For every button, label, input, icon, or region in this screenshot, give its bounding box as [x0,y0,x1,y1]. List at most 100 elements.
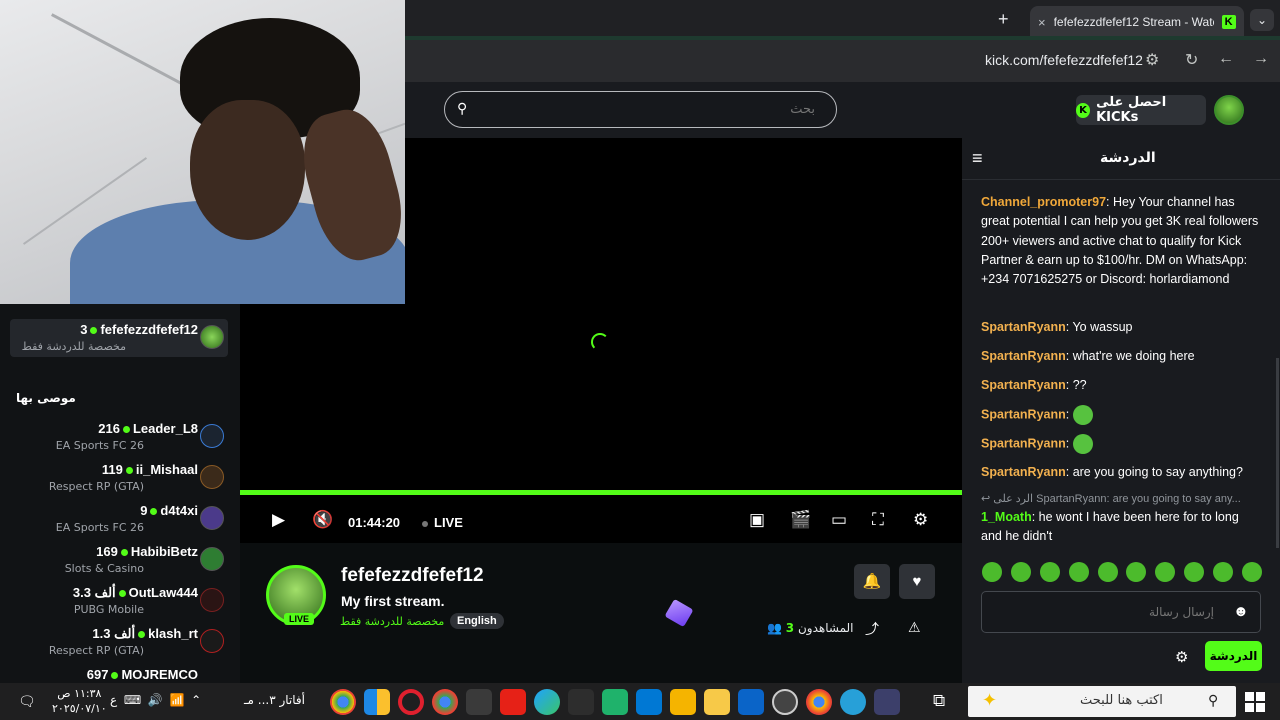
emote-icon[interactable] [1184,562,1205,582]
reload-icon[interactable]: ↻ [1185,50,1198,70]
opera-icon[interactable] [398,689,424,715]
chat-username[interactable]: Channel_promoter97 [981,195,1106,209]
system-tray[interactable]: ع ⌨ 🔊 📶 ⌃ [110,693,201,707]
sidebar-recommended-item[interactable]: 3.3 ألف OutLaw444 PUBG Mobile [10,582,228,620]
address-bar-url[interactable]: kick.com/fefefezzdfefef12 [985,52,1143,68]
chrome-icon[interactable] [330,689,356,715]
app-icon[interactable] [670,689,696,715]
settings-app-icon[interactable] [466,689,492,715]
fullscreen-icon[interactable]: ⛶ [872,510,884,530]
channel-name: fefefezzdfefef12 [100,322,198,337]
chat-username[interactable]: SpartanRyann [981,407,1066,421]
tray-chevron-icon[interactable]: ⌃ [191,693,201,707]
wifi-icon[interactable]: 📶 [169,693,184,707]
outlook-icon[interactable] [738,689,764,715]
input-language[interactable]: ع [110,693,117,707]
site-settings-icon[interactable]: ⚙ [1145,50,1159,70]
emote-icon[interactable] [982,562,1002,582]
collapse-chat-icon[interactable]: ≡ [972,148,983,169]
back-arrow-icon[interactable]: ← [1218,50,1234,68]
chat-username[interactable]: SpartanRyann [981,320,1066,334]
play-icon[interactable]: ▶ [272,510,285,530]
live-indicator[interactable]: LIVE [422,515,463,530]
chat-scrollbar[interactable] [1276,358,1279,548]
search-icon: ⚲ [1208,692,1219,708]
emote-icon[interactable] [1213,562,1233,582]
tab-close-icon[interactable]: × [1038,15,1046,30]
live-dot-icon [125,467,133,475]
sidebar-recommended-item[interactable]: 119 ii_Mishaal Respect RP (GTA) [10,459,228,497]
chat-text: : Yo wassup [1065,320,1133,334]
windows-start-icon[interactable] [1245,692,1265,712]
chat-message-input[interactable] [992,602,1214,622]
settings-gear-icon[interactable]: ⚙ [913,510,928,530]
app-icon[interactable] [840,689,866,715]
live-badge: LIVE [284,613,315,625]
new-tab-button[interactable]: + [998,9,1009,30]
share-icon[interactable]: ⤴ [865,619,879,639]
sidebar-recommended-item[interactable]: 9 d4t4xi EA Sports FC 26 [10,500,228,538]
emote-icon[interactable] [1155,562,1176,582]
emote-icon[interactable] [1039,562,1060,582]
volume-icon[interactable]: 🔊 [148,693,163,707]
tab-search-chevron-icon[interactable]: ⌄ [1250,9,1274,31]
chat-username[interactable]: 1_Moath [981,510,1032,524]
streamer-name[interactable]: fefefezzdfefef12 [341,565,484,587]
chat-username[interactable]: SpartanRyann [981,349,1066,363]
search-box[interactable]: ⚲ [444,91,837,128]
clip-icon[interactable]: 🎬 [790,510,811,530]
language-tag[interactable]: English [450,613,504,629]
chat-message: SpartanRyann: [981,434,1261,454]
emote-icon[interactable] [1241,562,1262,582]
taskbar-search-box[interactable]: ✦ اكتب هنا للبحث ⚲ [968,686,1236,717]
sidebar-following-item[interactable]: 3 fefefezzdfefef12 مخصصة للدردشة فقط [10,319,228,357]
sidebar-recommended-item[interactable]: 169 HabibiBetz Slots & Casino [10,541,228,579]
live-progress-bar[interactable] [240,490,962,495]
chrome-alt-icon[interactable] [806,689,832,715]
sidebar-recommended-item[interactable]: 697 MOJREMCO [10,664,228,683]
theatre-mode-icon[interactable]: ▭ [831,510,847,530]
chat-message: 1_Moath: he wont I have been here for to… [981,508,1261,547]
obs-icon[interactable] [772,689,798,715]
taskbar-task-label[interactable]: أفاتار ٣... مـ [244,693,305,707]
emote-icon[interactable] [1126,562,1147,582]
youtube-icon[interactable] [500,689,526,715]
browser-tab[interactable]: × fefefezzdfefef12 Stream - Watch K [1030,6,1244,38]
user-avatar[interactable] [1214,95,1244,125]
report-warning-icon[interactable]: ⚠ [908,619,921,636]
notification-center-icon[interactable]: 🗨 [18,693,36,710]
capcut-icon[interactable] [568,689,594,715]
store-icon[interactable] [636,689,662,715]
follow-heart-button[interactable]: ♥ [899,564,935,599]
chat-username[interactable]: SpartanRyann [981,465,1066,479]
chrome-profile-icon[interactable] [432,689,458,715]
keyboard-icon[interactable]: ⌨ [124,693,141,707]
category-link[interactable]: مخصصة للدردشة فقط [340,615,444,628]
task-view-icon[interactable]: ⧉ [933,691,945,711]
forward-arrow-icon[interactable]: → [1253,50,1269,68]
edge-icon[interactable] [534,689,560,715]
search-input[interactable] [475,98,815,120]
get-kicks-button[interactable]: K احصل على KICKs [1076,95,1206,125]
notification-bell-button[interactable]: 🔔 [854,564,890,599]
file-explorer-icon[interactable] [704,689,730,715]
emote-icon[interactable] [1010,562,1031,582]
discord-app-icon[interactable] [602,689,628,715]
game-icon[interactable] [874,689,900,715]
mute-icon[interactable]: 🔇 [312,510,333,530]
channel-avatar [200,547,224,571]
mini-player-icon[interactable]: ▣ [749,510,765,530]
chat-username[interactable]: SpartanRyann [981,436,1066,450]
emote-icon[interactable] [1097,562,1118,582]
chat-settings-gear-icon[interactable]: ⚙ [1175,648,1188,666]
system-clock[interactable]: ١١:٣٨ ص ٢٠٢٥/٠٧/١٠ [52,686,107,716]
emoji-picker-icon[interactable]: ☻ [1233,603,1249,620]
reply-reference[interactable]: ↩ الرد على SpartanRyann: are you going t… [981,492,1261,505]
chat-send-button[interactable]: الدردشة [1205,641,1262,671]
shield-icon[interactable] [364,689,390,715]
sidebar-recommended-item[interactable]: 1.3 ألف klash_rt Respect RP (GTA) [10,623,228,661]
chat-header: ≡ الدردشة [962,138,1280,180]
chat-username[interactable]: SpartanRyann [981,378,1066,392]
sidebar-recommended-item[interactable]: 216 Leader_L8 EA Sports FC 26 [10,418,228,456]
emote-icon[interactable] [1068,562,1089,582]
